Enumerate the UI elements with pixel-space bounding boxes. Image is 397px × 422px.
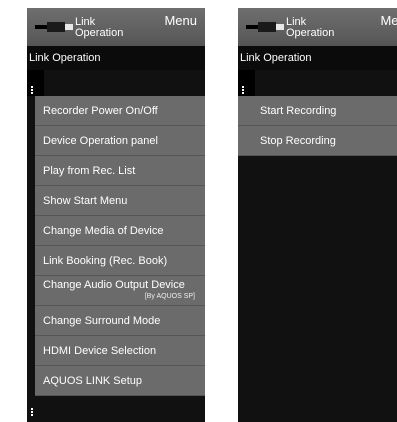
menu-item-label: Device Operation panel [43, 135, 158, 147]
menu-item-stop-recording[interactable]: Stop Recording [238, 126, 397, 156]
menu-item-recorder-power[interactable]: Recorder Power On/Off [35, 96, 205, 126]
header: Link Operation Menu [27, 8, 205, 46]
menu-item-label: Recorder Power On/Off [43, 105, 158, 117]
menu-item-show-start-menu[interactable]: Show Start Menu [35, 186, 205, 216]
breadcrumb: Link Operation [27, 46, 205, 70]
menu-item-label: Change Audio Output Device [43, 279, 185, 291]
menu-label: Menu [380, 13, 397, 28]
header-title: Link Operation [75, 16, 124, 39]
menu-item-label: HDMI Device Selection [43, 345, 157, 357]
menu-item-aquos-link-setup[interactable]: AQUOS LINK Setup [35, 366, 205, 396]
link-plug-icon [35, 22, 73, 32]
breadcrumb: Link Operation [238, 46, 397, 70]
more-dots-icon [31, 408, 33, 416]
menu-item-sublabel: [By AQUOS SP] [144, 293, 195, 300]
menu-item-label: Show Start Menu [43, 195, 128, 207]
header: Link Operation Menu [238, 8, 397, 46]
menu-item-hdmi-device-selection[interactable]: HDMI Device Selection [35, 336, 205, 366]
menu-item-start-recording[interactable]: Start Recording [238, 96, 397, 126]
menu-panel-left: Link Operation Menu Link Operation Recor… [27, 8, 205, 422]
header-title: Link Operation [286, 16, 335, 39]
menu-item-label: Play from Rec. List [43, 165, 136, 177]
menu-list: Start Recording Stop Recording [238, 96, 397, 156]
scroll-indicator [238, 70, 255, 96]
menu-item-label: Stop Recording [260, 135, 336, 147]
menu-label: Menu [164, 13, 197, 28]
menu-item-label: Change Surround Mode [43, 315, 161, 327]
menu-item-label: Link Booking (Rec. Book) [43, 255, 168, 267]
menu-panel-right: Link Operation Menu Link Operation Start… [238, 8, 397, 422]
menu-item-label: AQUOS LINK Setup [43, 375, 143, 387]
more-dots-icon [242, 86, 244, 94]
menu-list: Recorder Power On/Off Device Operation p… [35, 96, 205, 396]
menu-item-link-booking[interactable]: Link Booking (Rec. Book) [35, 246, 205, 276]
more-dots-icon [31, 86, 33, 94]
menu-item-change-audio-output[interactable]: Change Audio Output Device [By AQUOS SP] [35, 276, 205, 306]
menu-item-label: Change Media of Device [43, 225, 164, 237]
menu-item-label: Start Recording [260, 105, 337, 117]
menu-item-change-media[interactable]: Change Media of Device [35, 216, 205, 246]
link-plug-icon [246, 22, 284, 32]
scroll-indicator [27, 70, 44, 96]
menu-item-change-surround[interactable]: Change Surround Mode [35, 306, 205, 336]
menu-item-device-operation-panel[interactable]: Device Operation panel [35, 126, 205, 156]
menu-item-play-from-rec-list[interactable]: Play from Rec. List [35, 156, 205, 186]
